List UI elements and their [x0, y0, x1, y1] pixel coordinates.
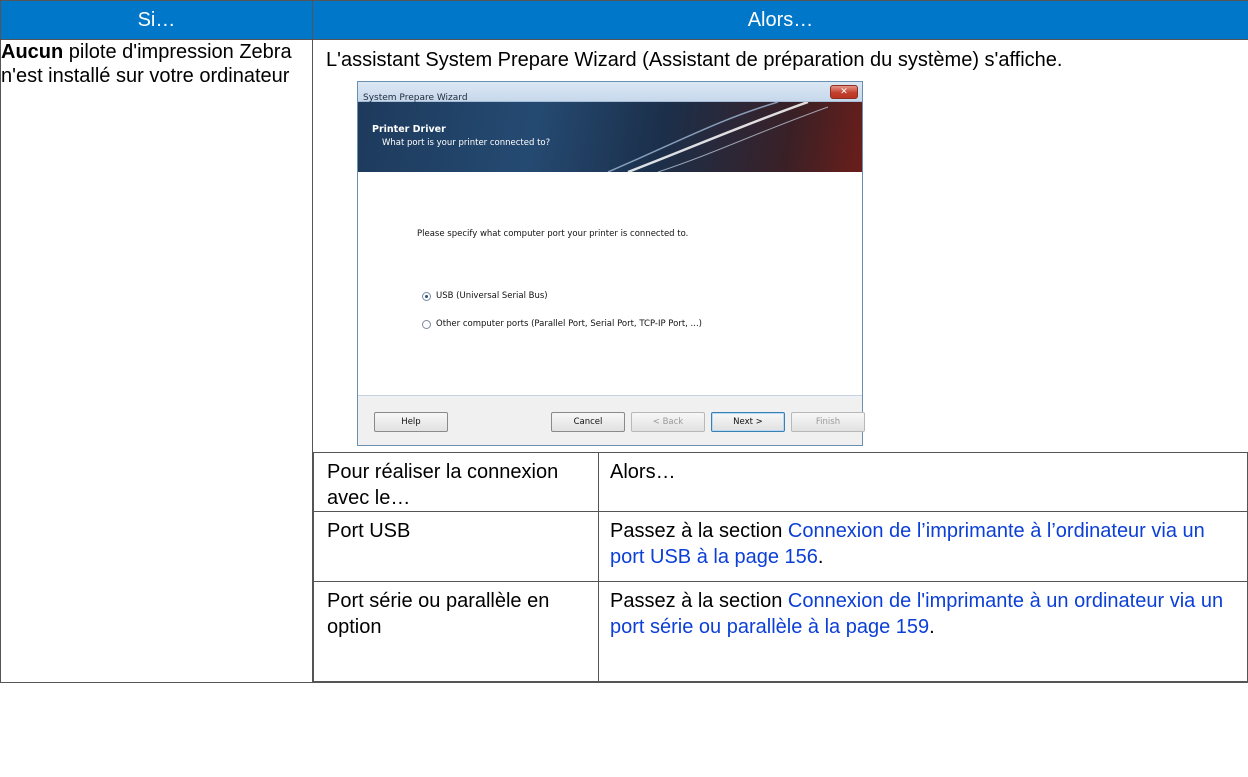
next-button[interactable]: Next > — [711, 412, 785, 432]
radio-unselected-icon[interactable] — [422, 319, 431, 329]
banner-subtitle: What port is your printer connected to? — [382, 138, 551, 148]
radio-usb-label: USB (Universal Serial Bus) — [436, 291, 548, 301]
port-serial-label: Port série ou parallèle en option — [313, 581, 599, 682]
table-header-row: Si… Alors… — [0, 0, 1248, 40]
connection-table: Pour réaliser la connexion avec le… Alor… — [313, 452, 1248, 682]
radio-other-ports[interactable]: Other computer ports (Parallel Port, Ser… — [422, 312, 702, 336]
radio-usb[interactable]: USB (Universal Serial Bus) — [422, 284, 548, 308]
port-usb-action: Passez à la section Connexion de l’impri… — [598, 511, 1248, 582]
radio-selected-icon[interactable] — [422, 291, 431, 301]
dialog-instruction: Please specify what computer port your p… — [417, 229, 689, 239]
connection-header-col2: Alors… — [598, 452, 1248, 512]
condition-cell: Aucun pilote d'impression Zebra n'est in… — [0, 39, 313, 683]
dialog-footer: Help Cancel < Back Next > Finish — [358, 397, 865, 445]
action-suffix: . — [929, 616, 935, 638]
dialog-titlebar: System Prepare Wizard ✕ — [358, 82, 862, 103]
finish-button[interactable]: Finish — [791, 412, 865, 432]
connection-header-row: Pour réaliser la connexion avec le… Alor… — [313, 452, 1248, 512]
cancel-button[interactable]: Cancel — [551, 412, 625, 432]
table-row: Aucun pilote d'impression Zebra n'est in… — [0, 39, 1248, 683]
radio-other-label: Other computer ports (Parallel Port, Ser… — [436, 319, 702, 329]
table-row: Port série ou parallèle en option Passez… — [313, 581, 1248, 682]
close-icon[interactable]: ✕ — [830, 85, 858, 99]
back-button[interactable]: < Back — [631, 412, 705, 432]
action-prefix: Passez à la section — [610, 590, 788, 612]
table-row: Port USB Passez à la section Connexion d… — [313, 511, 1248, 582]
port-usb-label: Port USB — [313, 511, 599, 582]
result-cell: L'assistant System Prepare Wizard (Assis… — [312, 39, 1248, 683]
port-serial-action: Passez à la section Connexion de l'impri… — [598, 581, 1248, 682]
wizard-dialog-screenshot: System Prepare Wizard ✕ Printer Driver W… — [357, 81, 865, 446]
result-intro: L'assistant System Prepare Wizard (Assis… — [326, 49, 1063, 71]
help-button[interactable]: Help — [374, 412, 448, 432]
instruction-table: Si… Alors… Aucun pilote d'impression Zeb… — [0, 0, 1248, 683]
action-suffix: . — [817, 546, 824, 568]
action-prefix: Passez à la section — [610, 520, 788, 542]
condition-bold: Aucun — [1, 41, 64, 63]
dialog-banner: Printer Driver What port is your printer… — [358, 102, 862, 172]
dialog-body: Please specify what computer port your p… — [358, 172, 862, 396]
header-si: Si… — [0, 0, 313, 40]
connection-header-col1: Pour réaliser la connexion avec le… — [313, 452, 599, 512]
header-alors: Alors… — [312, 0, 1248, 40]
